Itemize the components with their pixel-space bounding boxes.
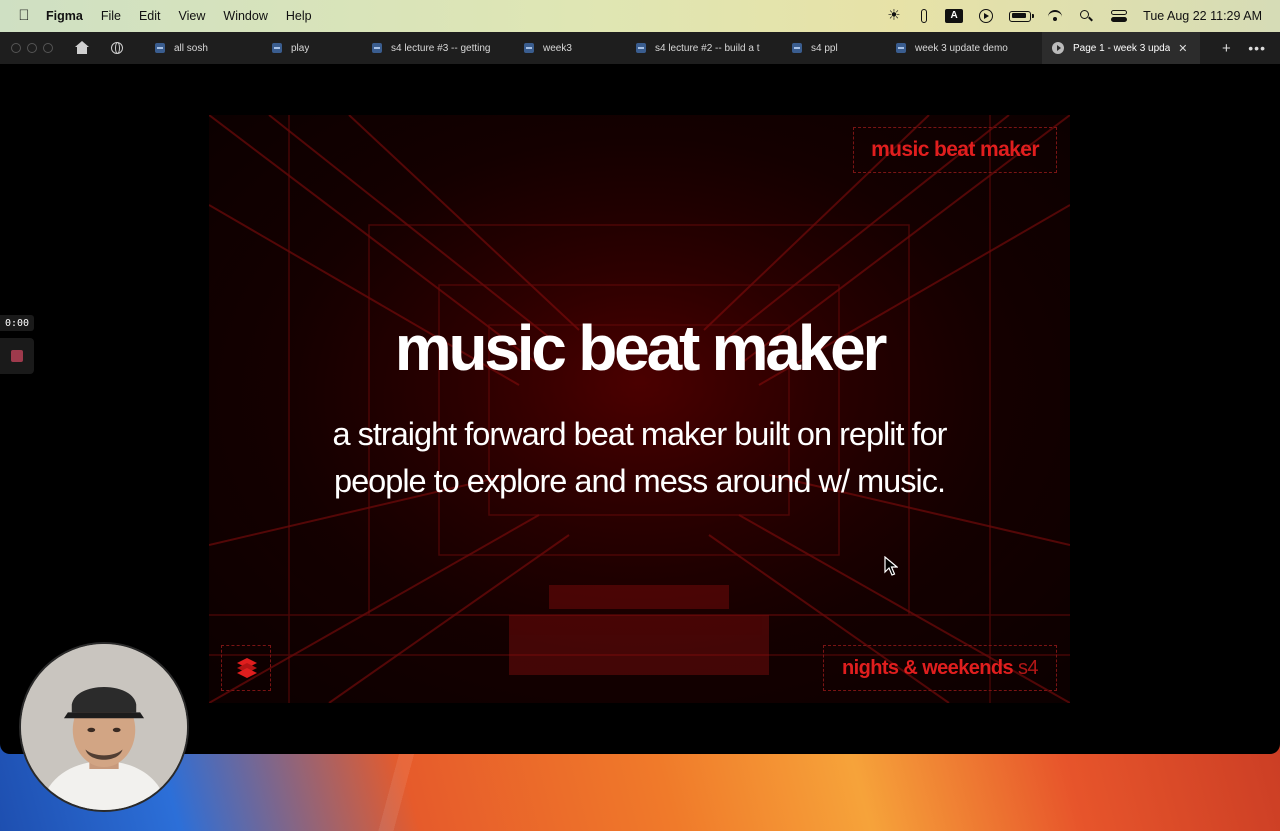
menu-view[interactable]: View: [179, 9, 206, 23]
stop-recording-button[interactable]: [0, 338, 34, 374]
slide-subtitle-line-1: a straight forward beat maker built on r…: [332, 416, 948, 452]
file-icon: [155, 43, 165, 53]
slide-tag-bottom-suffix: s4: [1018, 656, 1039, 679]
tab-label: week3: [543, 42, 572, 54]
apple-icon[interactable]: : [16, 8, 32, 24]
status-area: A Tue Aug 22 11:29 AM: [887, 6, 1262, 24]
home-icon[interactable]: [75, 41, 89, 55]
slide-logo-frame: [221, 645, 271, 691]
slide-tag-bottom: nights & weekends s4: [823, 645, 1057, 691]
mouse-cursor-icon: [884, 556, 898, 576]
control-center-icon[interactable]: [1111, 9, 1128, 23]
tab-all-sosh[interactable]: all sosh: [145, 32, 262, 64]
figma-icon[interactable]: [919, 9, 929, 23]
slide-tag-top: music beat maker: [853, 127, 1057, 173]
webcam-overlay[interactable]: [19, 642, 189, 812]
replit-logo-icon: [237, 658, 257, 678]
recording-timer: 0:00: [0, 315, 34, 331]
globe-icon[interactable]: [110, 41, 124, 55]
slide-background-art: [209, 115, 1070, 703]
slide-tag-top-text: music beat maker: [871, 138, 1039, 161]
presentation-slide[interactable]: music beat maker music beat maker a stra…: [209, 115, 1070, 703]
file-icon: [272, 43, 282, 53]
file-icon: [896, 43, 906, 53]
tab-label: week 3 update demo: [915, 42, 1008, 54]
person-avatar: [21, 644, 187, 810]
battery-icon[interactable]: [1009, 10, 1035, 22]
menu-bar:  Figma File Edit View Window Help A Tue…: [0, 0, 1280, 32]
close-window-button[interactable]: [11, 43, 21, 53]
tab-label: all sosh: [174, 42, 208, 54]
tab-label: s4 lecture #3 -- getting: [391, 42, 491, 54]
slide-tag-bottom-text: nights & weekends: [842, 656, 1014, 679]
tab-label: play: [291, 42, 310, 54]
play-circle-icon[interactable]: [979, 9, 994, 23]
menu-clock[interactable]: Tue Aug 22 11:29 AM: [1143, 9, 1262, 23]
menu-app-name[interactable]: Figma: [46, 9, 83, 23]
file-icon: [524, 43, 534, 53]
figma-window: all sosh play s4 lecture #3 -- getting w…: [0, 32, 1280, 754]
tab-s4-ppl[interactable]: s4 ppl: [782, 32, 886, 64]
slide-subtitle: a straight forward beat maker built on r…: [269, 411, 1010, 505]
tab-label: s4 ppl: [811, 42, 838, 54]
tab-s4-lecture-2[interactable]: s4 lecture #2 -- build a t: [626, 32, 782, 64]
tab-week-3-update-demo[interactable]: week 3 update demo: [886, 32, 1042, 64]
minimize-window-button[interactable]: [27, 43, 37, 53]
slide-title: music beat maker: [394, 312, 888, 384]
tab-page-1-active[interactable]: Page 1 - week 3 upda ✕: [1042, 32, 1200, 64]
slide-subtitle-line-2: people to explore and mess around w/ mus…: [334, 463, 946, 499]
menu-help[interactable]: Help: [286, 9, 312, 23]
menu-edit[interactable]: Edit: [139, 9, 161, 23]
presentation-play-icon: [1052, 42, 1064, 54]
file-icon: [792, 43, 802, 53]
tab-week3[interactable]: week3: [514, 32, 626, 64]
tab-play[interactable]: play: [262, 32, 362, 64]
new-tab-button[interactable]: +: [1222, 40, 1231, 57]
close-tab-icon[interactable]: ✕: [1178, 42, 1187, 55]
tab-label: Page 1 - week 3 upda: [1073, 42, 1171, 54]
tab-s4-lecture-3[interactable]: s4 lecture #3 -- getting: [362, 32, 514, 64]
file-icon: [372, 43, 382, 53]
window-controls: [11, 43, 53, 53]
wifi-icon[interactable]: [1047, 9, 1063, 23]
tab-label: s4 lecture #2 -- build a t: [655, 42, 760, 54]
sun-icon[interactable]: [887, 6, 903, 24]
zoom-window-button[interactable]: [43, 43, 53, 53]
file-icon: [636, 43, 646, 53]
search-icon[interactable]: [1079, 9, 1095, 23]
tab-bar: all sosh play s4 lecture #3 -- getting w…: [0, 32, 1280, 64]
more-options-icon[interactable]: •••: [1248, 40, 1266, 56]
keyboard-a-icon[interactable]: A: [945, 9, 964, 23]
menu-window[interactable]: Window: [223, 9, 267, 23]
menu-file[interactable]: File: [101, 9, 121, 23]
